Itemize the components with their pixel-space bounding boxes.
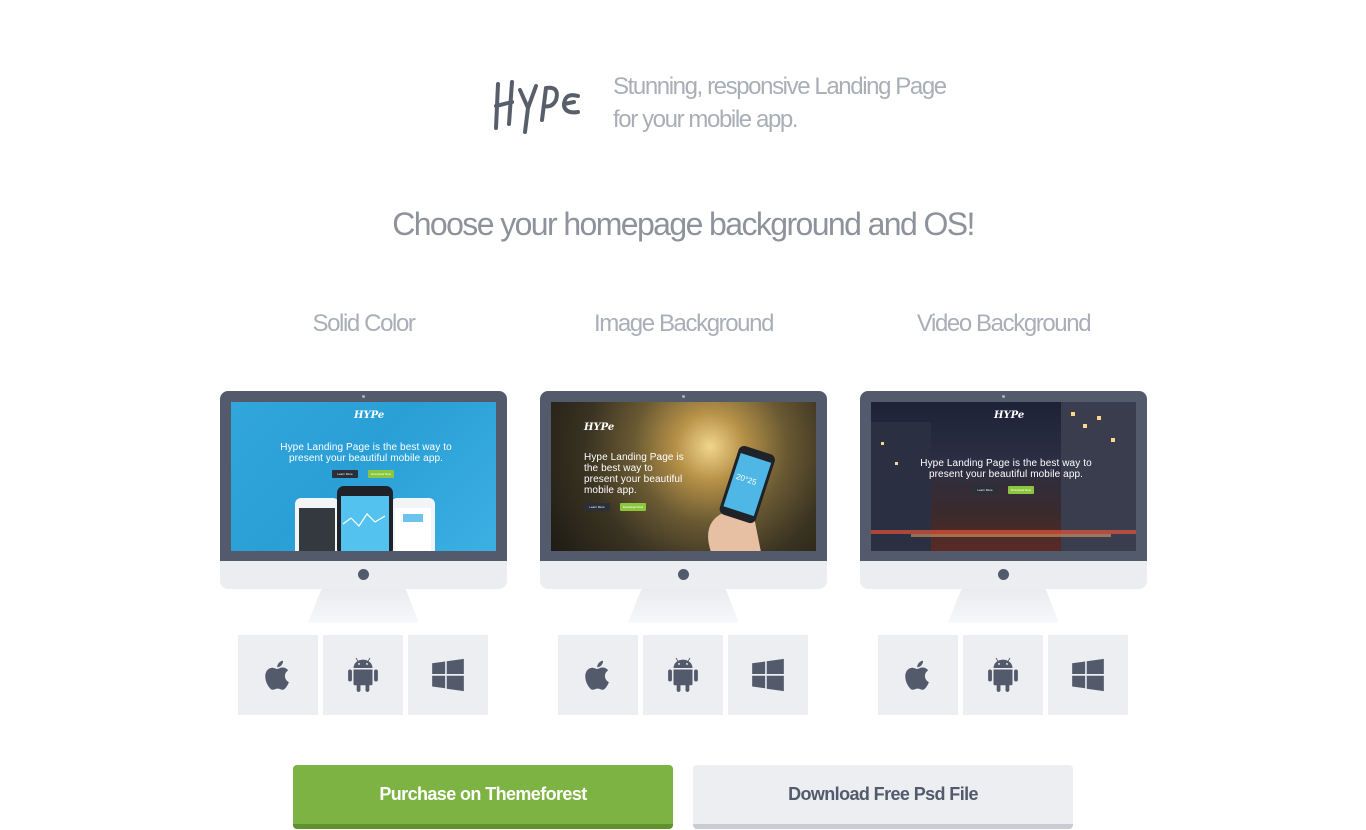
screen-logo: HYPe — [994, 410, 1025, 421]
screen-download-button: Download Now — [1008, 486, 1034, 494]
os-android-button[interactable] — [643, 635, 723, 715]
hype-logo — [494, 80, 580, 134]
os-apple-button[interactable] — [238, 635, 318, 715]
imac-screen: HYPe Hype Landing Page is the best way t… — [231, 402, 496, 551]
imac-stand — [308, 589, 419, 623]
imac-chin-dot — [998, 569, 1009, 580]
apple-icon — [905, 660, 929, 690]
screen-learn-button: Learn More — [584, 503, 610, 511]
os-windows-button[interactable] — [728, 635, 808, 715]
os-windows-button[interactable] — [408, 635, 488, 715]
phones-illustration — [295, 486, 435, 551]
windows-icon — [432, 658, 464, 692]
windows-icon — [752, 658, 784, 692]
apple-icon — [265, 660, 289, 690]
os-apple-button[interactable] — [558, 635, 638, 715]
screen-logo: HYPe — [354, 410, 385, 421]
screen-download-button: Download Now — [368, 470, 394, 478]
os-selector — [878, 635, 1129, 715]
imac-camera — [1002, 395, 1005, 398]
option-title: Solid Color — [312, 310, 416, 337]
imac-preview-video[interactable]: HYPe Hype Landing Page is the best way t… — [860, 391, 1147, 625]
os-android-button[interactable] — [963, 635, 1043, 715]
screen-learn-button: Learn More — [972, 486, 998, 494]
os-apple-button[interactable] — [878, 635, 958, 715]
os-selector — [238, 635, 489, 715]
imac-preview-image[interactable]: HYPe Hype Landing Page is the best way t… — [540, 391, 827, 625]
imac-stand — [948, 589, 1059, 623]
page-headline: Choose your homepage background and OS! — [392, 206, 975, 242]
imac-chin-dot — [358, 569, 369, 580]
os-selector — [558, 635, 809, 715]
tagline-line-2: for your mobile app. — [613, 106, 799, 133]
purchase-button[interactable]: Purchase on Themeforest — [293, 765, 673, 829]
download-psd-button[interactable]: Download Free Psd File — [693, 765, 1073, 829]
apple-icon — [585, 660, 609, 690]
imac-screen: HYPe Hype Landing Page is the best way t… — [871, 402, 1136, 551]
windows-icon — [1072, 658, 1104, 692]
imac-preview-solid[interactable]: HYPe Hype Landing Page is the best way t… — [220, 391, 507, 625]
imac-stand — [628, 589, 739, 623]
option-title: Video Background — [916, 310, 1092, 337]
screen-logo: HYPe — [584, 422, 615, 433]
android-icon — [348, 657, 378, 692]
option-title: Image Background — [593, 310, 774, 337]
android-icon — [988, 657, 1018, 692]
option-image-background: Image Background HYPe Hype Landing Page … — [540, 300, 827, 715]
imac-screen: HYPe Hype Landing Page is the best way t… — [551, 402, 816, 551]
imac-chin-dot — [678, 569, 689, 580]
screen-learn-button: Learn More — [332, 470, 358, 478]
page-header: Stunning, responsive Landing Page for yo… — [0, 62, 1366, 152]
imac-camera — [682, 395, 685, 398]
tagline: Stunning, responsive Landing Page for yo… — [613, 70, 947, 136]
screen-text: Hype Landing Page is the best way to pre… — [584, 452, 684, 496]
option-video-background: Video Background HYPe Hype Landing Page … — [860, 300, 1147, 715]
hand-phone-illustration: 20°25 — [708, 445, 775, 551]
os-android-button[interactable] — [323, 635, 403, 715]
screen-download-button: Download Now — [620, 503, 646, 511]
option-solid-color: Solid Color HYPe Hype Landing Page is th… — [220, 300, 507, 715]
imac-camera — [362, 395, 365, 398]
screen-text: Hype Landing Page is the best way to pre… — [920, 458, 1092, 480]
android-icon — [668, 657, 698, 692]
screen-text: Hype Landing Page is the best way to pre… — [280, 442, 452, 464]
tagline-line-1: Stunning, responsive Landing Page — [613, 73, 947, 100]
os-windows-button[interactable] — [1048, 635, 1128, 715]
